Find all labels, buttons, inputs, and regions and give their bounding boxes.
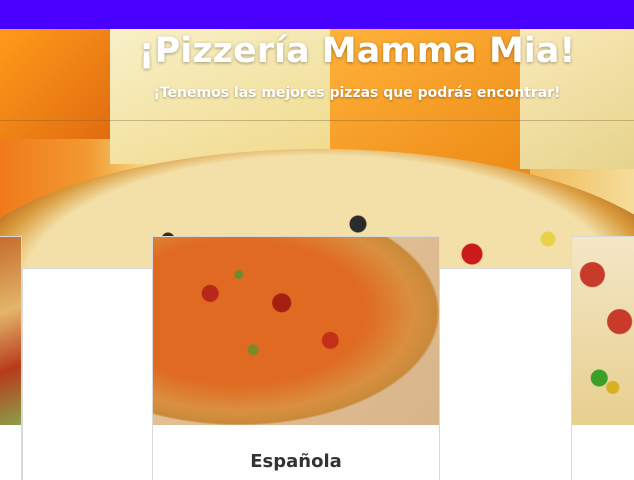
pizza-card-title: Española <box>250 451 342 472</box>
page-title: ¡Pizzería Mamma Mia! <box>138 31 576 71</box>
pizza-card[interactable] <box>439 268 573 480</box>
hero-divider <box>0 120 634 121</box>
top-bar <box>0 0 634 29</box>
pizza-card[interactable] <box>571 236 634 480</box>
pizza-card[interactable] <box>0 236 22 480</box>
hero-banner: ¡Pizzería Mamma Mia! ¡Tenemos las mejore… <box>0 29 634 269</box>
pizza-card-espanola[interactable]: Española <box>152 236 440 480</box>
pizza-image <box>572 237 634 425</box>
pizza-card[interactable] <box>22 268 154 480</box>
pizza-image <box>0 237 21 425</box>
page-subtitle: ¡Tenemos las mejores pizzas que podrás e… <box>153 85 561 101</box>
pizza-image <box>153 237 439 425</box>
